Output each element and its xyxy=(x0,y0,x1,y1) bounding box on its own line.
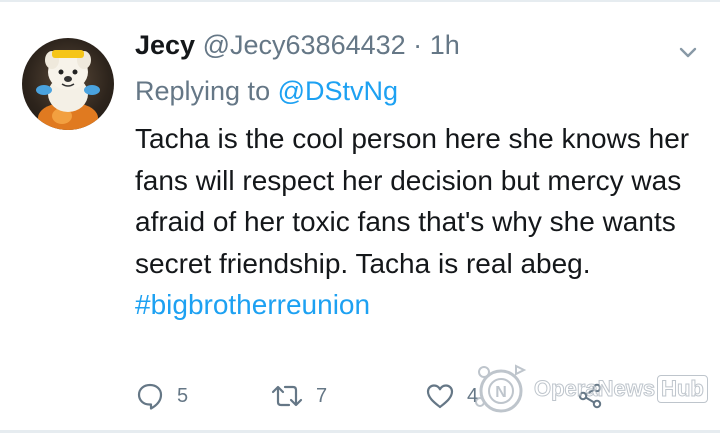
watermark-logo-icon: N xyxy=(475,364,527,413)
comment-icon xyxy=(137,383,163,410)
avatar[interactable] xyxy=(22,38,114,130)
avatar-image xyxy=(36,50,100,130)
retweet-icon xyxy=(271,385,303,407)
hashtag-link[interactable]: #bigbrotherreunion xyxy=(135,284,707,326)
separator-dot: · xyxy=(413,30,423,60)
reply-button[interactable]: 5 xyxy=(135,380,188,412)
tweet-body: Tacha is the cool person here she knows … xyxy=(135,118,707,326)
tweet-time[interactable]: 1h xyxy=(430,30,460,60)
tweet-header: Jecy @Jecy63864432 · 1h xyxy=(135,30,460,61)
retweet-count: 7 xyxy=(316,384,328,407)
operanewshub-watermark: N OperaNews Hub xyxy=(470,356,710,422)
watermark-part1: Opera xyxy=(534,376,599,402)
replying-to: Replying to @DStvNg xyxy=(135,76,398,107)
replying-to-link[interactable]: @DStvNg xyxy=(278,76,398,106)
svg-text:N: N xyxy=(495,384,507,401)
watermark-part2: News xyxy=(597,376,656,402)
tweet-text: Tacha is the cool person here she knows … xyxy=(135,123,690,279)
chevron-down-icon[interactable] xyxy=(676,40,700,64)
reply-count: 5 xyxy=(177,384,189,407)
retweet-button[interactable]: 7 xyxy=(270,380,327,412)
watermark-text: OperaNews Hub xyxy=(534,375,708,403)
heart-icon xyxy=(426,384,454,409)
watermark-part3: Hub xyxy=(657,375,708,403)
author-handle[interactable]: @Jecy63864432 xyxy=(203,30,406,60)
author-name[interactable]: Jecy xyxy=(135,30,195,60)
replying-prefix: Replying to xyxy=(135,76,271,106)
top-divider xyxy=(0,0,720,2)
